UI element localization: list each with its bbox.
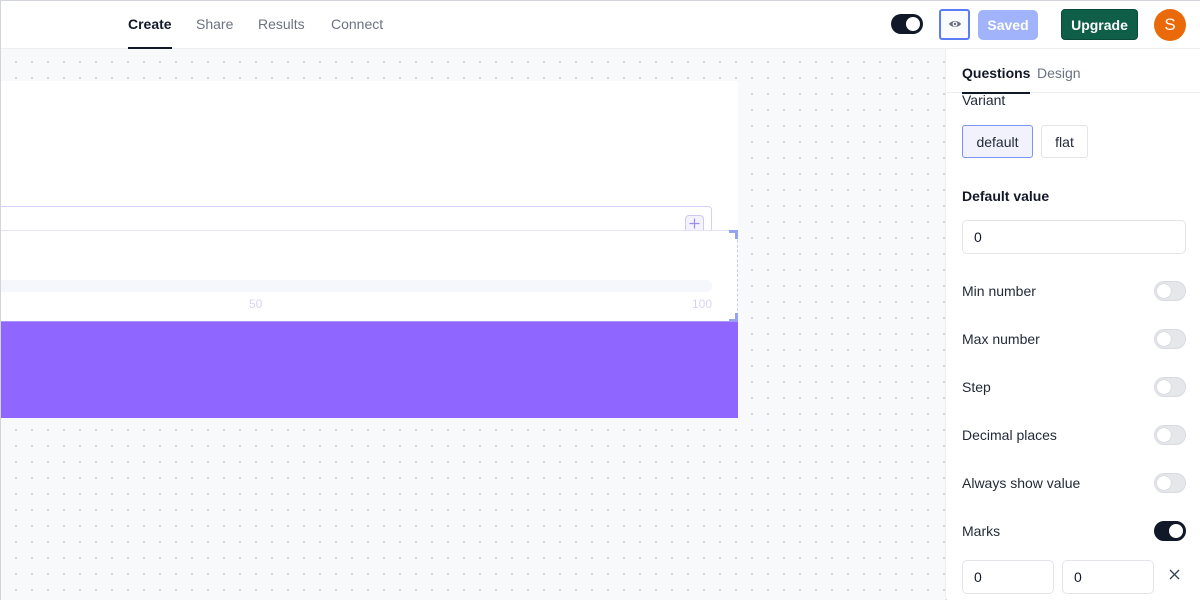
avatar[interactable]: S	[1154, 9, 1186, 41]
marks-label: Marks	[962, 523, 1001, 539]
tab-share[interactable]: Share	[196, 16, 233, 49]
panel-tabs: Questions Design	[947, 49, 1200, 94]
toggle-knob	[1157, 428, 1171, 442]
always-show-value-label: Always show value	[962, 475, 1081, 491]
slider-question-block[interactable]: 50 100	[1, 230, 738, 322]
tab-results[interactable]: Results	[258, 16, 305, 49]
slider-track[interactable]	[1, 280, 712, 292]
editor-canvas: 50 100	[1, 49, 946, 600]
settings-panel: Questions Design Variant default flat De…	[947, 49, 1200, 600]
toggle-knob	[1157, 476, 1171, 490]
max-number-label: Max number	[962, 331, 1040, 347]
slider-mark-label: 100	[692, 297, 713, 311]
decimal-places-toggle[interactable]	[1154, 425, 1186, 445]
variant-default-button[interactable]: default	[962, 125, 1033, 158]
min-number-toggle[interactable]	[1154, 281, 1186, 301]
mark-label-input[interactable]: 0	[1062, 560, 1154, 594]
toggle-knob	[1157, 284, 1171, 298]
preview-button[interactable]	[939, 9, 970, 40]
variant-label: Variant	[962, 92, 1006, 108]
toggle-knob	[1157, 380, 1171, 394]
toggle-knob	[906, 17, 920, 31]
top-bar: Create Share Results Connect Saved Upgra…	[1, 1, 1200, 49]
saved-button[interactable]: Saved	[978, 10, 1038, 40]
max-number-toggle[interactable]	[1154, 329, 1186, 349]
step-toggle[interactable]	[1154, 377, 1186, 397]
remove-mark-button[interactable]	[1165, 567, 1183, 585]
toggle-knob	[1157, 332, 1171, 346]
eye-icon	[948, 16, 962, 34]
close-icon	[1169, 567, 1180, 585]
mark-value-input[interactable]: 0	[962, 560, 1054, 594]
submit-area[interactable]	[1, 321, 738, 418]
form-card	[1, 81, 738, 242]
tab-connect[interactable]: Connect	[331, 16, 383, 49]
tab-design[interactable]: Design	[1037, 65, 1081, 93]
default-value-input[interactable]: 0	[962, 220, 1186, 254]
upgrade-button[interactable]: Upgrade	[1061, 9, 1138, 40]
tab-questions[interactable]: Questions	[962, 65, 1031, 94]
always-show-value-toggle[interactable]	[1154, 473, 1186, 493]
step-label: Step	[962, 379, 991, 395]
theme-toggle[interactable]	[891, 14, 923, 34]
variant-flat-button[interactable]: flat	[1041, 125, 1088, 158]
toggle-knob	[1169, 524, 1183, 538]
default-value-label: Default value	[962, 188, 1050, 204]
marks-toggle[interactable]	[1154, 521, 1186, 541]
min-number-label: Min number	[962, 283, 1036, 299]
tab-create[interactable]: Create	[128, 16, 172, 49]
decimal-places-label: Decimal places	[962, 427, 1057, 443]
resize-handle[interactable]	[729, 230, 738, 239]
slider-mark-label: 50	[249, 297, 263, 311]
